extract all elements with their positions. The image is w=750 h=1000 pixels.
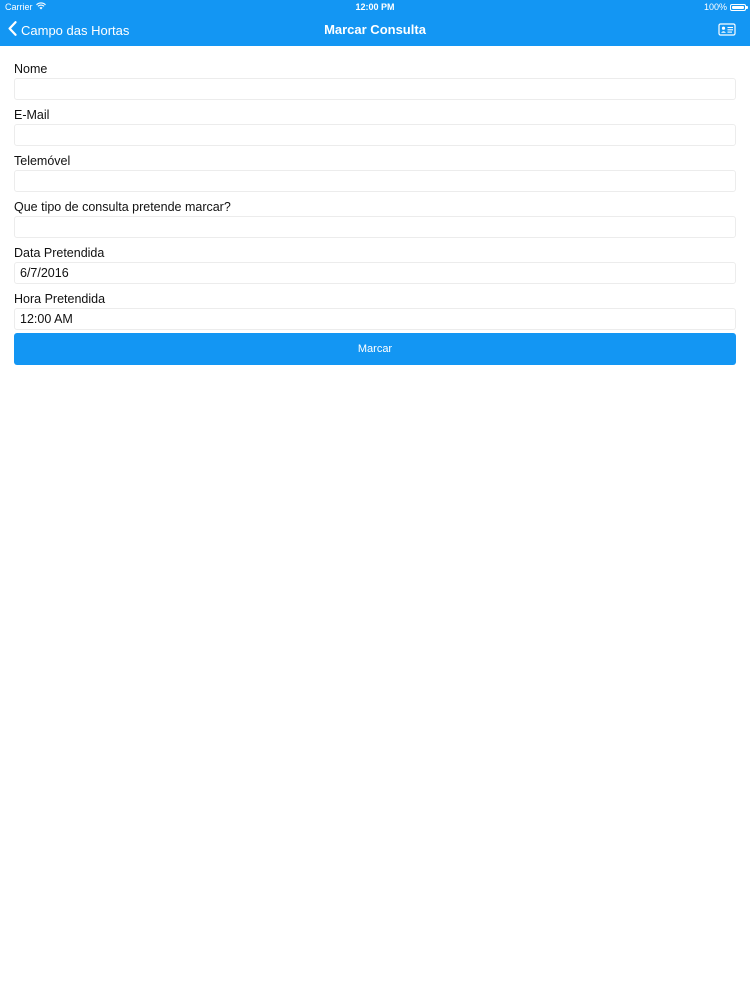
marcar-button[interactable]: Marcar (14, 333, 736, 365)
telemovel-input[interactable] (14, 170, 736, 192)
time-label: Hora Pretendida (14, 292, 106, 306)
navigation-bar: Campo das Hortas Marcar Consulta (0, 14, 750, 46)
time-input[interactable] (14, 308, 736, 330)
chevron-left-icon (8, 21, 17, 39)
date-label: Data Pretendida (14, 246, 105, 260)
app-screen: Carrier 12:00 PM 100% Campo das Hortas M… (0, 0, 750, 1000)
contact-card-button[interactable] (718, 22, 736, 37)
telemovel-label: Telemóvel (14, 154, 71, 168)
appointment-form: Nome E-Mail Telemóvel Que tipo de consul… (0, 46, 750, 365)
battery-percent: 100% (703, 2, 727, 12)
battery-icon (730, 3, 748, 11)
status-bar: Carrier 12:00 PM 100% (0, 0, 750, 14)
consultation-type-label: Que tipo de consulta pretende marcar? (14, 200, 231, 214)
date-input[interactable] (14, 262, 736, 284)
email-input[interactable] (14, 124, 736, 146)
back-button[interactable]: Campo das Hortas (8, 14, 129, 46)
nome-input[interactable] (14, 78, 736, 100)
status-time: 12:00 PM (355, 2, 395, 12)
top-bar: Carrier 12:00 PM 100% Campo das Hortas M… (0, 0, 750, 46)
consultation-type-input[interactable] (14, 216, 736, 238)
status-right: 100% (703, 0, 748, 14)
back-label: Campo das Hortas (21, 22, 130, 38)
email-label: E-Mail (14, 108, 50, 122)
nome-label: Nome (14, 62, 48, 76)
contact-card-icon (718, 23, 736, 41)
